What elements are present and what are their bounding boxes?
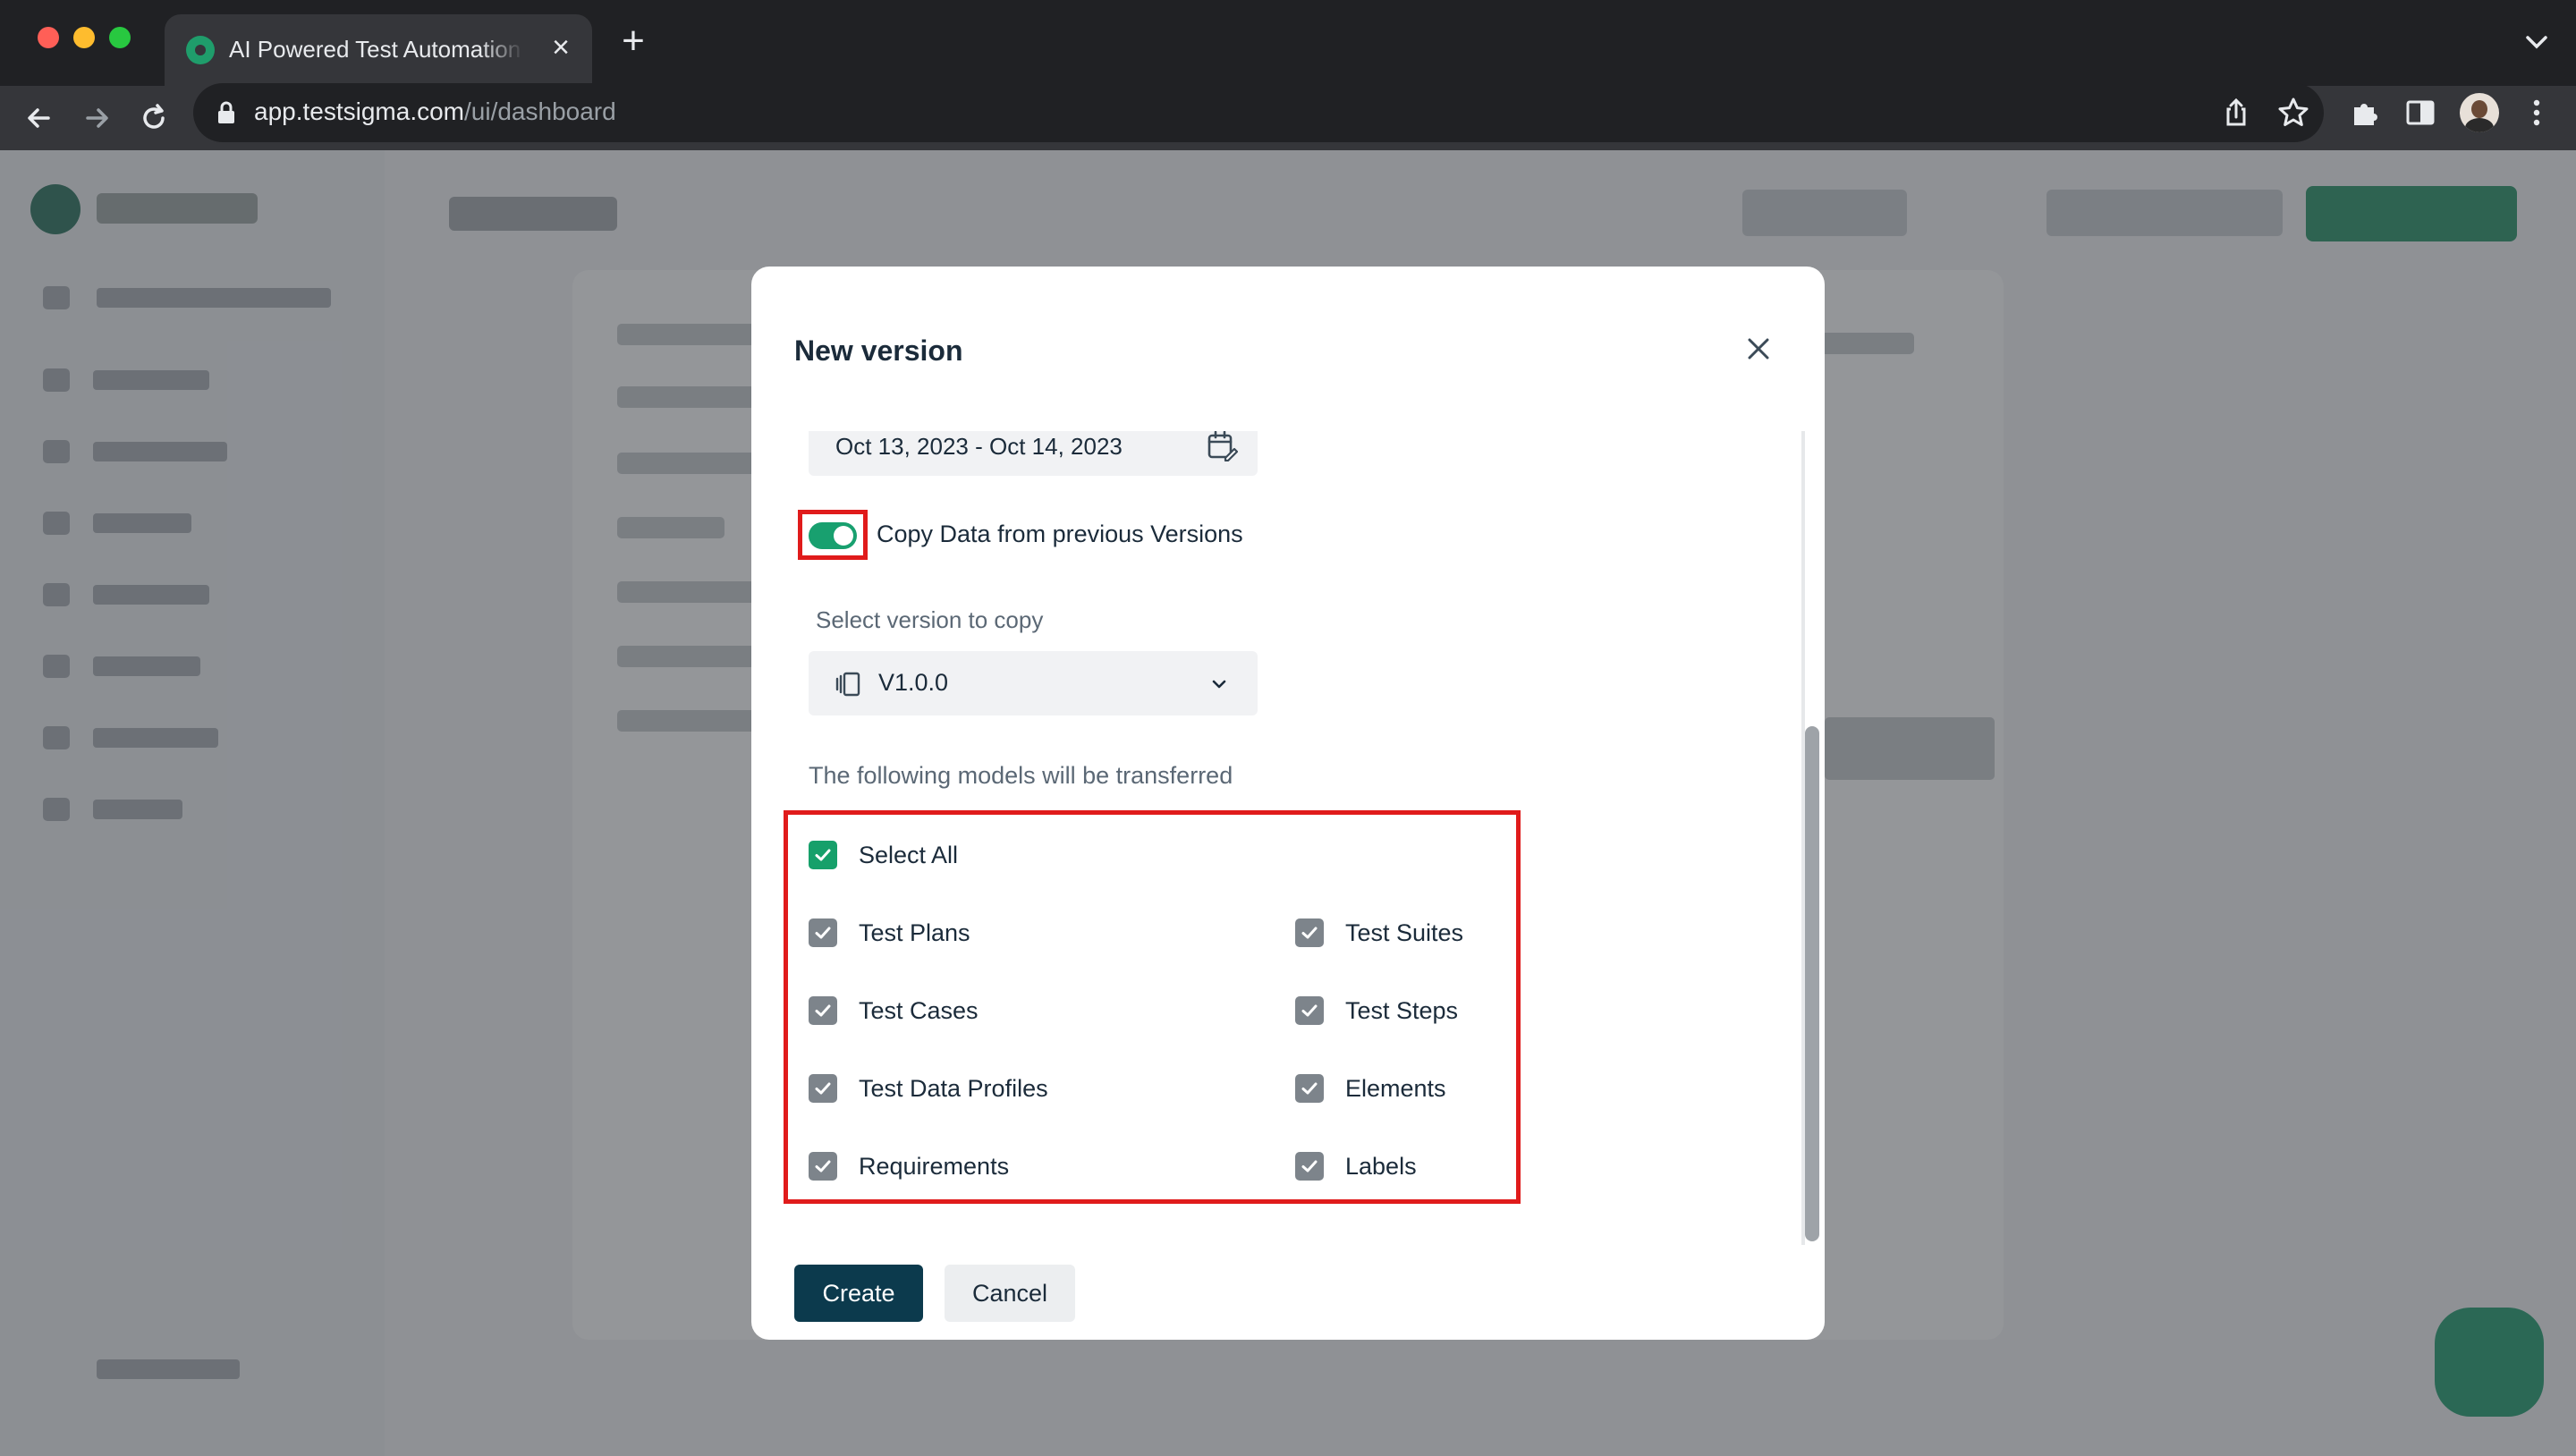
select-all-label: Select All [859,842,959,868]
calendar-edit-icon[interactable] [1206,431,1238,461]
reload-icon[interactable] [136,100,172,136]
checkbox-checked-icon [1295,1074,1324,1103]
model-label: Test Cases [859,997,979,1024]
model-label: Test Suites [1345,919,1464,946]
tab-close-icon[interactable]: × [546,32,576,63]
version-stack-icon [835,672,860,697]
url-text[interactable]: app.testsigma.com/ui/dashboard [254,97,616,126]
share-icon[interactable] [2218,95,2254,131]
models-transfer-label: The following models will be transferred [809,762,1233,789]
model-label: Labels [1345,1153,1417,1180]
window-minimize-button[interactable] [73,27,95,48]
model-label: Test Plans [859,919,970,946]
browser-tab[interactable]: AI Powered Test Automation Platform × [165,14,592,86]
checkbox-checked-icon [1295,1152,1324,1181]
date-range-value: Oct 13, 2023 - Oct 14, 2023 [835,433,1123,460]
version-select[interactable]: V1.0.0 [809,651,1258,715]
checkbox-checked-icon [809,1152,837,1181]
forward-arrow-icon[interactable] [79,100,114,136]
copy-data-toggle[interactable] [809,522,857,549]
back-arrow-icon[interactable] [21,100,57,136]
window-zoom-button[interactable] [109,27,131,48]
chevron-down-icon [1212,680,1226,689]
testsigma-favicon-icon [186,36,215,64]
profile-avatar[interactable] [2460,93,2499,132]
create-button[interactable]: Create [794,1265,923,1322]
modal-scroll-area[interactable]: Oct 13, 2023 - Oct 14, 2023 Copy Data fr… [751,431,1825,1245]
select-version-label: Select version to copy [816,606,1044,633]
browser-menu-icon[interactable] [2519,95,2555,131]
tab-search-chevron-icon[interactable] [2519,27,2555,59]
model-label: Elements [1345,1075,1446,1102]
window-close-button[interactable] [38,27,59,48]
selected-version-value: V1.0.0 [878,669,949,696]
checkbox-checked-icon [809,1074,837,1103]
checkbox-checked-icon [809,918,837,947]
checkbox-checked-icon [809,841,837,869]
close-icon[interactable] [1746,336,1771,361]
browser-titlebar: AI Powered Test Automation Platform × + [0,0,2576,86]
tab-title: AI Powered Test Automation Platform [229,36,524,63]
new-version-modal: New version Oct 13, 2023 - Oct 14, 2023 … [751,267,1825,1340]
new-tab-button[interactable]: + [615,21,651,63]
url-host: app.testsigma.com [254,97,464,125]
model-label: Requirements [859,1153,1010,1180]
modal-title: New version [794,334,963,367]
extensions-puzzle-icon[interactable] [2347,95,2383,131]
side-panel-icon[interactable] [2402,95,2438,131]
bookmark-star-icon[interactable] [2275,95,2311,131]
date-range-field[interactable]: Oct 13, 2023 - Oct 14, 2023 [809,431,1258,476]
copy-data-label: Copy Data from previous Versions [877,521,1243,547]
checkbox-checked-icon [1295,918,1324,947]
model-label: Test Steps [1345,997,1459,1024]
model-label: Test Data Profiles [859,1075,1048,1102]
scrollbar-thumb[interactable] [1805,726,1819,1241]
lock-icon[interactable] [216,100,236,125]
toggle-knob [834,526,853,546]
checkbox-checked-icon [1295,996,1324,1025]
url-path: /ui/dashboard [464,97,616,125]
cancel-button[interactable]: Cancel [945,1265,1075,1322]
checkbox-checked-icon [809,996,837,1025]
